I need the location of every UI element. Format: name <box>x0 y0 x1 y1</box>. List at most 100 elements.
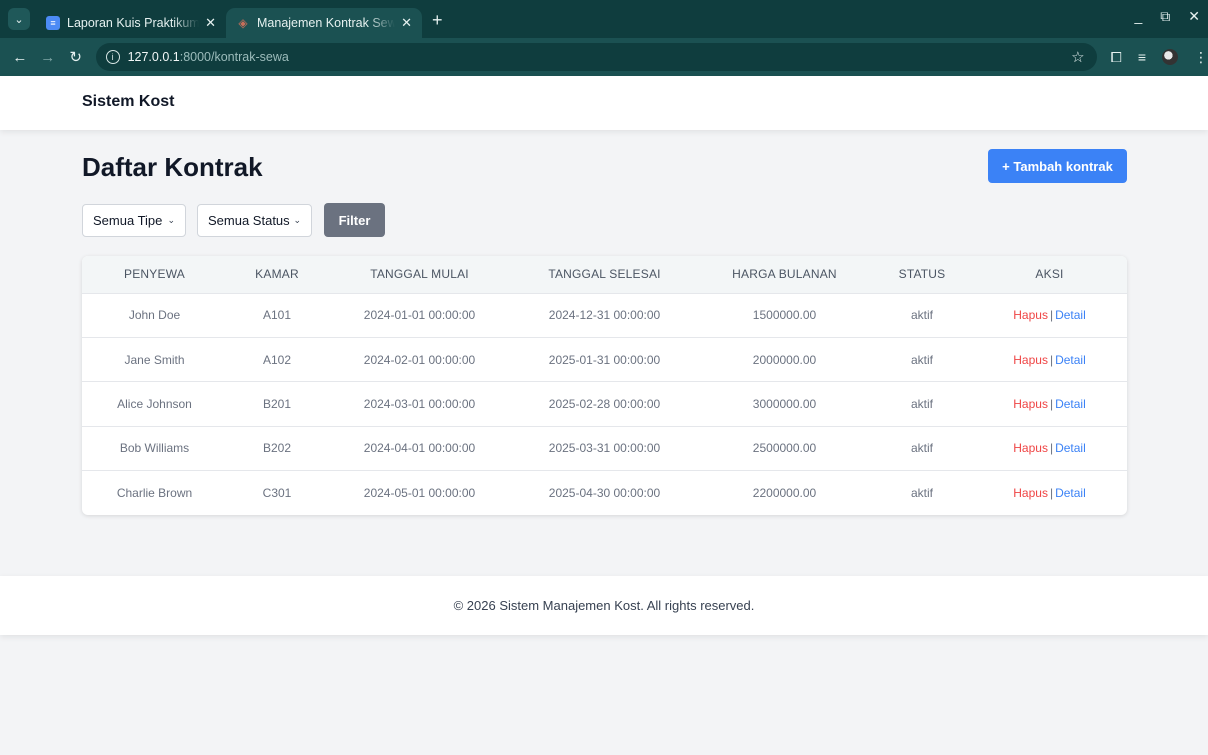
cell-penyewa: Charlie Brown <box>116 486 193 500</box>
delete-link[interactable]: Hapus <box>1013 353 1048 367</box>
minimize-icon[interactable]: _ <box>1134 8 1142 25</box>
table-row: Bob Williams B202 2024-04-01 00:00:00 20… <box>82 426 1127 470</box>
cell-tanggal-selesai: 2024-12-31 00:00:00 <box>548 308 661 323</box>
page-footer: © 2026 Sistem Manajemen Kost. All rights… <box>0 576 1208 635</box>
laravel-icon: ◈ <box>238 16 248 30</box>
delete-link[interactable]: Hapus <box>1013 441 1048 455</box>
delete-link[interactable]: Hapus <box>1013 308 1048 322</box>
app-navbar: Sistem Kost <box>0 76 1208 130</box>
address-bar[interactable]: i 127.0.0.1:8000/kontrak-sewa ☆ <box>95 43 1097 71</box>
table-row: Jane Smith A102 2024-02-01 00:00:00 2025… <box>82 337 1127 381</box>
cell-status: aktif <box>910 441 933 456</box>
cell-harga: 2200000.00 <box>752 486 817 500</box>
cell-tanggal-mulai: 2024-04-01 00:00:00 <box>363 441 476 456</box>
brand-logo-text[interactable]: Sistem Kost <box>82 93 174 111</box>
cell-tanggal-mulai: 2024-05-01 00:00:00 <box>363 486 476 500</box>
cell-kamar: B202 <box>262 441 292 456</box>
detail-link[interactable]: Detail <box>1055 486 1086 500</box>
footer-copyright: © 2026 Sistem Manajemen Kost. All rights… <box>453 598 755 613</box>
forward-icon[interactable]: → <box>34 49 62 66</box>
cell-penyewa: Jane Smith <box>124 352 185 367</box>
column-header-status: STATUS <box>898 267 946 282</box>
action-separator: | <box>1049 396 1054 411</box>
status-filter-select[interactable]: Semua Status ⌄ <box>197 204 312 237</box>
cell-harga: 1500000.00 <box>752 308 817 323</box>
action-separator: | <box>1049 441 1054 456</box>
table-row: Alice Johnson B201 2024-03-01 00:00:00 2… <box>82 381 1127 426</box>
cell-tanggal-selesai: 2025-03-31 00:00:00 <box>548 441 661 456</box>
detail-link[interactable]: Detail <box>1055 353 1086 367</box>
cell-tanggal-selesai: 2025-02-28 00:00:00 <box>548 396 661 411</box>
cell-actions: Hapus | Detail <box>972 382 1127 426</box>
delete-link[interactable]: Hapus <box>1013 486 1048 500</box>
contracts-table-card: PENYEWA KAMAR TANGGAL MULAI TANGGAL SELE… <box>82 256 1127 515</box>
cell-kamar: C301 <box>262 486 292 500</box>
cell-penyewa: Bob Williams <box>119 441 190 456</box>
column-header-kamar: KAMAR <box>255 267 299 282</box>
delete-link[interactable]: Hapus <box>1013 397 1048 411</box>
page-title: Daftar Kontrak <box>82 152 263 182</box>
cell-actions: Hapus | Detail <box>972 426 1127 470</box>
column-header-aksi: AKSI <box>1035 267 1064 282</box>
close-icon[interactable]: ✕ <box>205 15 216 31</box>
table-row: Charlie Brown C301 2024-05-01 00:00:00 2… <box>82 470 1127 515</box>
column-header-penyewa: PENYEWA <box>124 267 185 282</box>
table-row: John Doe A101 2024-01-01 00:00:00 2024-1… <box>82 293 1127 337</box>
cell-status: aktif <box>910 308 933 323</box>
cell-kamar: A101 <box>262 308 292 323</box>
filter-button[interactable]: Filter <box>324 203 385 237</box>
cell-status: aktif <box>910 352 933 367</box>
close-window-icon[interactable]: ✕ <box>1188 8 1200 25</box>
browser-toolbar: ← → ↻ i 127.0.0.1:8000/kontrak-sewa ☆ ⧠ … <box>0 38 1208 76</box>
column-header-tanggal-mulai: TANGGAL MULAI <box>370 267 469 282</box>
cell-actions: Hapus | Detail <box>972 293 1127 337</box>
cell-harga: 3000000.00 <box>752 396 817 411</box>
cell-actions: Hapus | Detail <box>972 337 1127 381</box>
browser-menu-icon[interactable]: ⋮ <box>1194 49 1208 66</box>
browser-tab[interactable]: ≡ Laporan Kuis Praktikum P ✕ <box>36 8 226 38</box>
cell-penyewa: John Doe <box>128 308 181 323</box>
status-filter-value: Semua Status <box>208 213 290 228</box>
media-controls-icon[interactable]: ≡ <box>1138 49 1146 65</box>
new-tab-button[interactable]: + <box>432 10 443 31</box>
site-info-icon[interactable]: i <box>105 50 120 64</box>
bookmark-star-icon[interactable]: ☆ <box>1071 48 1084 66</box>
docs-icon: ≡ <box>46 16 60 30</box>
type-filter-select[interactable]: Semua Tipe ⌄ <box>82 204 186 237</box>
cell-status: aktif <box>910 396 933 411</box>
contracts-table: PENYEWA KAMAR TANGGAL MULAI TANGGAL SELE… <box>82 256 1127 515</box>
browser-tab-bar: ⌄ ≡ Laporan Kuis Praktikum P ✕ ◈ Manajem… <box>0 0 1208 38</box>
cell-tanggal-mulai: 2024-03-01 00:00:00 <box>363 396 476 411</box>
browser-tab-active[interactable]: ◈ Manajemen Kontrak Sewa ✕ <box>226 8 422 38</box>
cell-harga: 2000000.00 <box>752 352 817 367</box>
extensions-icon[interactable]: ⧠ <box>1111 49 1122 66</box>
cell-tanggal-selesai: 2025-01-31 00:00:00 <box>548 352 661 367</box>
cell-actions: Hapus | Detail <box>972 471 1127 515</box>
cell-penyewa: Alice Johnson <box>117 396 192 411</box>
table-header-row: PENYEWA KAMAR TANGGAL MULAI TANGGAL SELE… <box>82 256 1127 293</box>
cell-kamar: B201 <box>262 396 292 411</box>
window-controls: _ ⧉ ✕ <box>1134 8 1200 25</box>
type-filter-value: Semua Tipe <box>93 213 163 228</box>
action-separator: | <box>1049 486 1054 500</box>
chevron-down-icon: ⌄ <box>293 215 301 225</box>
restore-icon[interactable]: ⧉ <box>1160 8 1170 25</box>
action-separator: | <box>1049 308 1054 323</box>
detail-link[interactable]: Detail <box>1055 441 1086 455</box>
cell-tanggal-mulai: 2024-01-01 00:00:00 <box>363 308 476 323</box>
column-header-tanggal-selesai: TANGGAL SELESAI <box>548 267 661 282</box>
back-icon[interactable]: ← <box>6 49 34 66</box>
profile-avatar[interactable] <box>1162 49 1178 65</box>
detail-link[interactable]: Detail <box>1055 397 1086 411</box>
url-host: 127.0.0.1 <box>127 50 180 64</box>
cell-tanggal-selesai: 2025-04-30 00:00:00 <box>548 486 661 500</box>
detail-link[interactable]: Detail <box>1055 308 1086 322</box>
tab-search-menu-button[interactable]: ⌄ <box>8 8 30 30</box>
add-contract-button[interactable]: + Tambah kontrak <box>988 149 1127 183</box>
cell-tanggal-mulai: 2024-02-01 00:00:00 <box>363 352 476 367</box>
chevron-down-icon: ⌄ <box>167 215 175 225</box>
close-icon[interactable]: ✕ <box>401 15 412 31</box>
column-header-harga-bulanan: HARGA BULANAN <box>732 267 837 282</box>
reload-icon[interactable]: ↻ <box>62 48 90 66</box>
url-path: :8000/kontrak-sewa <box>179 50 289 64</box>
